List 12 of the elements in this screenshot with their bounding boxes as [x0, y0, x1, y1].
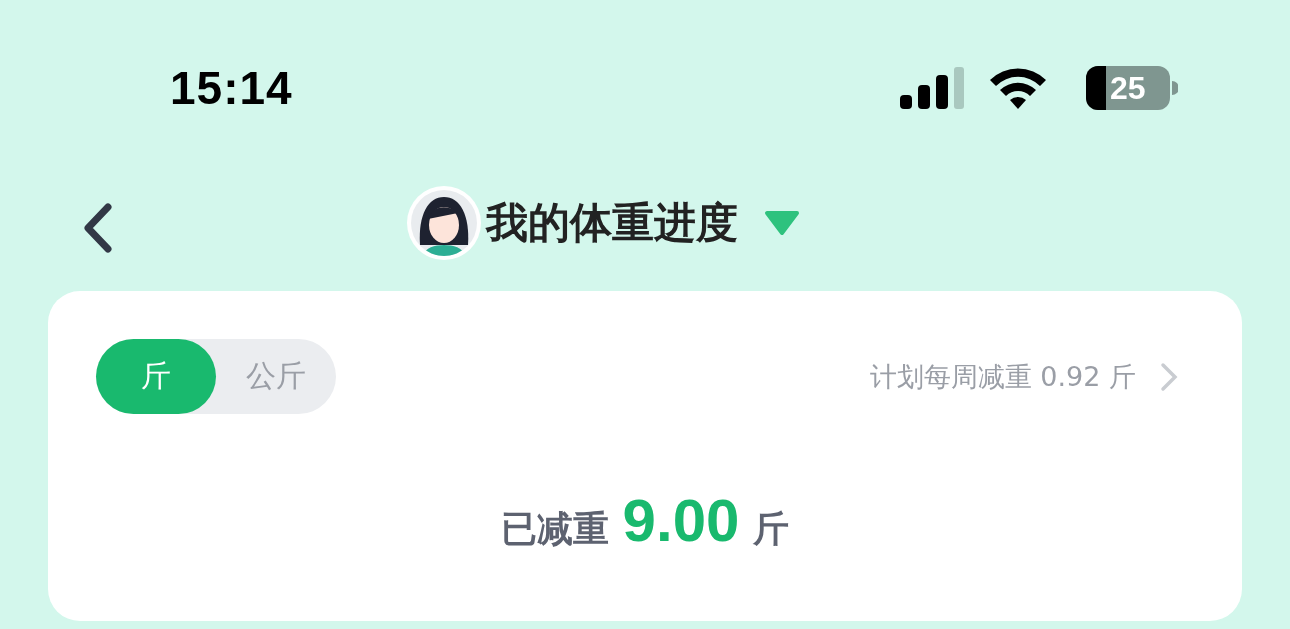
unit-tab[interactable]: 公斤 — [216, 339, 336, 414]
status-time: 15:14 — [170, 61, 293, 115]
lost-label: 已减重 — [500, 507, 609, 551]
wifi-icon — [988, 66, 1048, 110]
page-title[interactable]: 我的体重进度 — [486, 195, 738, 251]
avatar-icon — [406, 185, 482, 261]
unit-tab[interactable]: 斤 — [96, 339, 216, 414]
lost-unit: 斤 — [753, 507, 790, 551]
weekly-plan-link[interactable]: 计划每周减重 0.92 斤 — [869, 358, 1178, 395]
lost-value: 9.00 — [622, 486, 740, 555]
signal-icon — [900, 67, 966, 109]
chevron-right-icon — [1160, 361, 1178, 392]
